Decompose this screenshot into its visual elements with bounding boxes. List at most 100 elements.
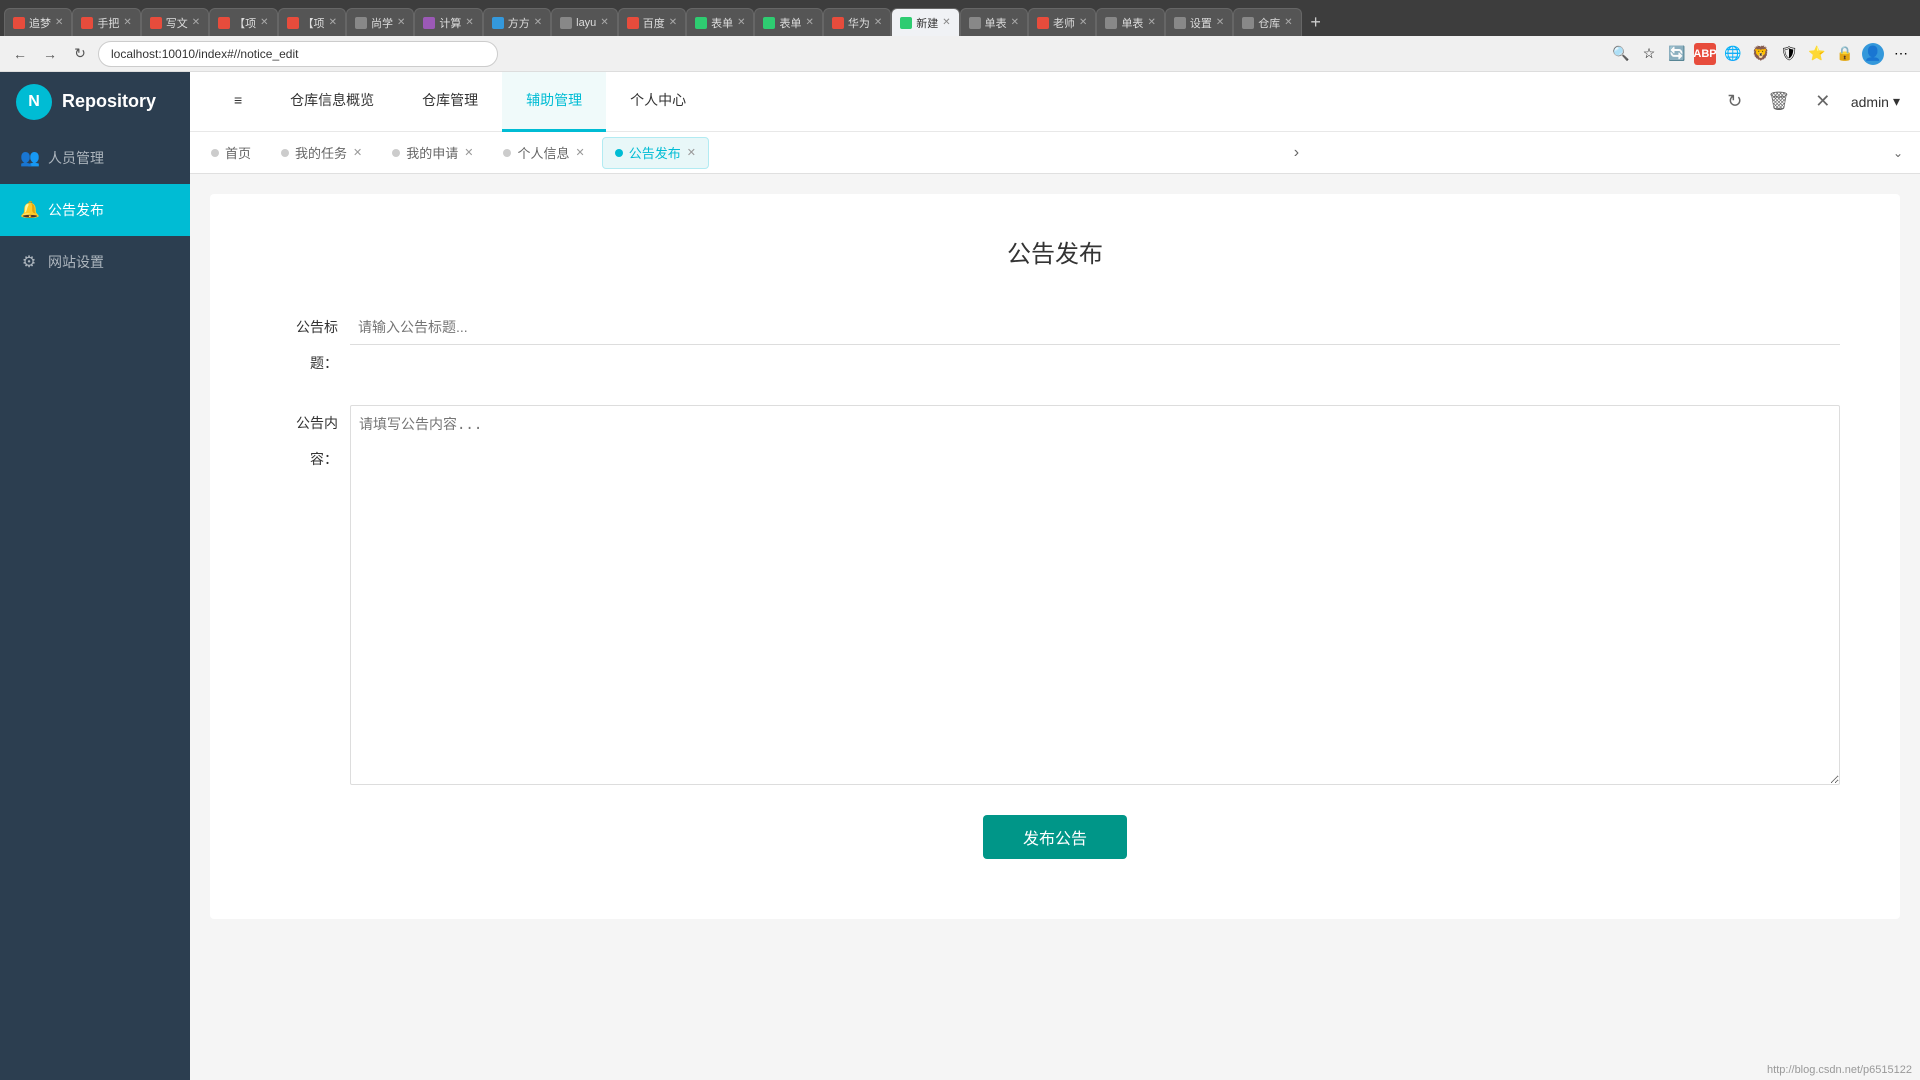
browser-tab-15[interactable]: 单表 ✕: [960, 8, 1028, 36]
browser-tab-10[interactable]: 百度 ✕: [618, 8, 686, 36]
announcement-content-textarea[interactable]: [350, 405, 1840, 785]
nav-menus: ≡ 仓库信息概览 仓库管理 辅助管理 个人中心: [190, 72, 730, 131]
back-button[interactable]: ←: [8, 42, 32, 66]
sidebar-item-announcement[interactable]: 🔔 公告发布: [0, 184, 190, 236]
refresh-button[interactable]: ↻: [68, 42, 92, 66]
admin-dropdown[interactable]: admin ▾: [1851, 93, 1900, 110]
tab-close-my-tasks[interactable]: ✕: [353, 146, 362, 159]
tab-next-btn[interactable]: ›: [1282, 139, 1310, 167]
tab-close-3[interactable]: ✕: [192, 17, 200, 28]
tab-home[interactable]: 首页: [198, 137, 264, 169]
browser-tab-19[interactable]: 仓库 ✕: [1233, 8, 1301, 36]
tab-close-5[interactable]: ✕: [329, 17, 337, 28]
tab-label-8: 方方: [508, 15, 530, 31]
tab-close-15[interactable]: ✕: [1011, 17, 1019, 28]
tab-close-19[interactable]: ✕: [1284, 17, 1292, 28]
tab-favicon-7: [423, 17, 435, 29]
browser-tab-9[interactable]: layu ✕: [551, 8, 618, 36]
nav-personal-center[interactable]: 个人中心: [606, 72, 710, 132]
forward-button[interactable]: →: [38, 42, 62, 66]
url-input[interactable]: localhost:10010/index#//notice_edit: [98, 41, 498, 67]
tab-label-my-tasks: 我的任务: [295, 143, 347, 162]
refresh-icon-btn[interactable]: ↻: [1719, 86, 1751, 118]
tab-my-apply[interactable]: 我的申请 ✕: [379, 137, 486, 169]
page-content: 公告发布 公告标题： 公告内容： 发布公告: [190, 174, 1920, 1060]
tab-label-1: 追梦: [29, 15, 51, 31]
tab-close-7[interactable]: ✕: [465, 17, 473, 28]
logo-title: Repository: [62, 91, 156, 112]
tab-label-9: layu: [576, 17, 596, 29]
browser-tab-18[interactable]: 设置 ✕: [1165, 8, 1233, 36]
tab-close-my-apply[interactable]: ✕: [464, 146, 473, 159]
tab-close-11[interactable]: ✕: [737, 17, 745, 28]
tab-expand-btn[interactable]: ⌄: [1884, 139, 1912, 167]
browser-tab-11[interactable]: 表单 ✕: [686, 8, 754, 36]
tab-close-10[interactable]: ✕: [669, 17, 677, 28]
more-menu-button[interactable]: ⋯: [1890, 43, 1912, 65]
tab-label-6: 尚学: [371, 15, 393, 31]
tab-close-6[interactable]: ✕: [397, 17, 405, 28]
browser-tab-6[interactable]: 尚学 ✕: [346, 8, 414, 36]
tab-close-personal-info[interactable]: ✕: [576, 146, 585, 159]
tab-label-5: 【项: [303, 15, 325, 31]
tab-label-17: 单表: [1121, 15, 1143, 31]
toolbar-icons: 🔍 ☆ 🔄 ABP 🌐 🦁 🛡 ⭐ 🔒 👤 ⋯: [1610, 43, 1912, 65]
extension-icon-1[interactable]: 🔄: [1666, 43, 1688, 65]
extension-icon-3[interactable]: 🌐: [1722, 43, 1744, 65]
browser-tab-14[interactable]: 新建 ✕: [891, 8, 959, 36]
tab-close-14[interactable]: ✕: [942, 17, 950, 28]
tab-close-9[interactable]: ✕: [600, 17, 608, 28]
tab-close-2[interactable]: ✕: [123, 17, 131, 28]
browser-tab-13[interactable]: 华为 ✕: [823, 8, 891, 36]
tab-announcement[interactable]: 公告发布 ✕: [602, 137, 709, 169]
extension-icon-6[interactable]: ⭐: [1806, 43, 1828, 65]
tab-close-4[interactable]: ✕: [260, 17, 268, 28]
browser-tab-2[interactable]: 手把 ✕: [72, 8, 140, 36]
browser-tab-4[interactable]: 【项 ✕: [209, 8, 277, 36]
browser-tab-1[interactable]: 追梦 ✕: [4, 8, 72, 36]
extension-icon-5[interactable]: 🛡: [1778, 43, 1800, 65]
tab-favicon-17: [1105, 17, 1117, 29]
tab-close-18[interactable]: ✕: [1216, 17, 1224, 28]
form-card: 公告发布 公告标题： 公告内容： 发布公告: [210, 194, 1900, 919]
tab-dot-my-apply: [392, 149, 400, 157]
new-tab-button[interactable]: +: [1302, 8, 1330, 36]
browser-tab-3[interactable]: 写文 ✕: [141, 8, 209, 36]
tab-close-13[interactable]: ✕: [874, 17, 882, 28]
browser-tab-5[interactable]: 【项 ✕: [278, 8, 346, 36]
browser-tab-12[interactable]: 表单 ✕: [754, 8, 822, 36]
users-icon: 👥: [20, 148, 38, 168]
tab-close-17[interactable]: ✕: [1147, 17, 1155, 28]
tab-close-12[interactable]: ✕: [805, 17, 813, 28]
submit-announcement-button[interactable]: 发布公告: [983, 815, 1127, 859]
tab-close-8[interactable]: ✕: [534, 17, 542, 28]
close-icon-btn[interactable]: ✕: [1807, 86, 1839, 118]
browser-tab-16[interactable]: 老师 ✕: [1028, 8, 1096, 36]
extension-icon-2[interactable]: ABP: [1694, 43, 1716, 65]
sidebar-item-user-management[interactable]: 👥 人员管理: [0, 132, 190, 184]
nav-warehouse-management[interactable]: 仓库管理: [398, 72, 502, 132]
nav-warehouse-overview[interactable]: 仓库信息概览: [266, 72, 398, 132]
nav-menu-toggle[interactable]: ≡: [210, 72, 266, 132]
tab-close-1[interactable]: ✕: [55, 17, 63, 28]
tab-close-announcement[interactable]: ✕: [687, 146, 696, 159]
tab-my-tasks[interactable]: 我的任务 ✕: [268, 137, 375, 169]
tab-personal-info[interactable]: 个人信息 ✕: [490, 137, 597, 169]
browser-tab-7[interactable]: 计算 ✕: [414, 8, 482, 36]
user-avatar-browser[interactable]: 👤: [1862, 43, 1884, 65]
tab-label-home: 首页: [225, 143, 251, 162]
browser-tab-17[interactable]: 单表 ✕: [1096, 8, 1164, 36]
nav-warehouse-overview-label: 仓库信息概览: [290, 90, 374, 110]
browser-tab-8[interactable]: 方方 ✕: [483, 8, 551, 36]
tab-close-16[interactable]: ✕: [1079, 17, 1087, 28]
search-icon[interactable]: 🔍: [1610, 43, 1632, 65]
sidebar-item-site-settings[interactable]: ⚙ 网站设置: [0, 236, 190, 288]
extension-icon-7[interactable]: 🔒: [1834, 43, 1856, 65]
nav-auxiliary-management[interactable]: 辅助管理: [502, 72, 606, 132]
tab-favicon-9: [560, 17, 572, 29]
extension-icon-4[interactable]: 🦁: [1750, 43, 1772, 65]
announcement-title-input[interactable]: [350, 309, 1840, 345]
bookmark-icon[interactable]: ☆: [1638, 43, 1660, 65]
tab-favicon-15: [969, 17, 981, 29]
delete-icon-btn[interactable]: 🗑: [1763, 86, 1795, 118]
